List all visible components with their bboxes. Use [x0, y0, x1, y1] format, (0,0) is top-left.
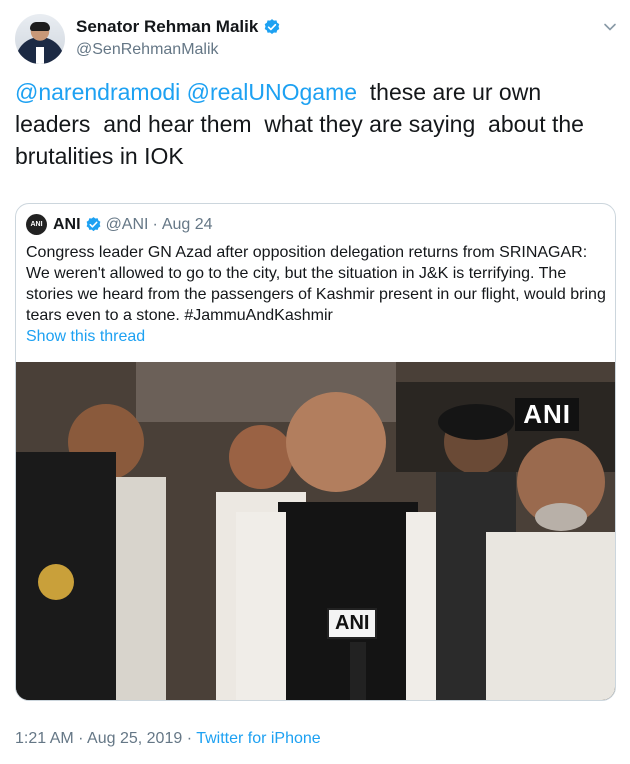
mention-narendramodi[interactable]: @narendramodi: [15, 79, 180, 105]
quoted-tweet-text: Congress leader GN Azad after opposition…: [26, 244, 606, 324]
separator-dot: ·: [186, 730, 193, 747]
tweet-text: @narendramodi @realUNOgame these are ur …: [15, 76, 615, 172]
quoted-video-media[interactable]: ANI ANI: [16, 362, 615, 700]
ani-microphone-label: ANI: [327, 608, 378, 639]
tweet-source-link[interactable]: Twitter for iPhone: [196, 730, 321, 747]
quoted-display-name: ANI: [53, 215, 81, 233]
quoted-date: Aug 24: [161, 215, 213, 233]
separator-dot: ·: [78, 730, 84, 747]
author-name-row: Senator Rehman Malik: [76, 17, 281, 37]
author-handle[interactable]: @SenRehmanMalik: [76, 41, 219, 59]
avatar-hair: [30, 22, 50, 31]
avatar-shirt: [36, 47, 44, 64]
quoted-tweet-header: ANI ANI @ANI · Aug 24: [26, 214, 213, 235]
quoted-handle: @ANI: [105, 215, 149, 233]
verified-badge-icon: [86, 217, 100, 232]
author-avatar[interactable]: [15, 14, 65, 64]
quoted-tweet-card[interactable]: ANI ANI @ANI · Aug 24 Congress leader GN…: [15, 203, 616, 701]
tweet-footer: 1:21 AM · Aug 25, 2019 · Twitter for iPh…: [15, 730, 321, 748]
tweet-date[interactable]: Aug 25, 2019: [87, 730, 182, 747]
mention-realunogame[interactable]: @realUNOgame: [187, 79, 357, 105]
ani-watermark: ANI: [515, 398, 579, 431]
ani-avatar: ANI: [26, 214, 47, 235]
show-thread-link[interactable]: Show this thread: [26, 328, 145, 346]
chevron-down-icon[interactable]: [602, 19, 618, 35]
separator-dot: ·: [152, 215, 158, 233]
author-display-name[interactable]: Senator Rehman Malik: [76, 17, 258, 37]
verified-badge-icon: [265, 19, 280, 34]
tweet-time[interactable]: 1:21 AM: [15, 730, 74, 747]
